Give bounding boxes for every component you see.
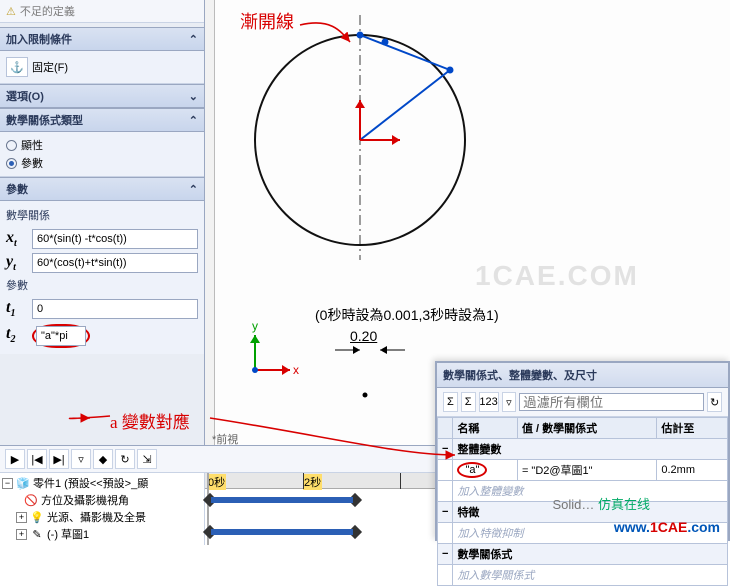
col-value: 值 / 數學關係式 <box>517 418 656 439</box>
tree-n2[interactable]: + 💡 光源、攝影機及全景 <box>2 509 202 526</box>
annotation-a-var: a 變數對應 <box>110 408 190 433</box>
col-name: 名稱 <box>453 418 518 439</box>
loop-button[interactable]: ↻ <box>115 449 135 469</box>
svg-text:x: x <box>293 363 299 377</box>
section-eqtype-body: 顯性 參數 <box>0 132 204 177</box>
expand-button[interactable]: ⇲ <box>137 449 157 469</box>
tree-expand-icon[interactable]: + <box>16 512 27 523</box>
xt-sub: t <box>14 238 17 249</box>
property-panel: ⚠ 不足的定義 加入限制條件 ⌃ ⚓ 固定(F) 選項(O) ⌄ 數學關係式類型… <box>0 0 205 445</box>
status-row: ⚠ 不足的定義 <box>0 0 204 23</box>
t1-sub: 1 <box>10 309 15 320</box>
eq-tool-2[interactable]: Σ <box>461 392 476 412</box>
eq-tool-1[interactable]: Σ <box>443 392 458 412</box>
prev-key-button[interactable]: |◀ <box>27 449 47 469</box>
param-yt-row: yt <box>6 251 198 275</box>
t2-input[interactable] <box>36 326 86 346</box>
section-constraints-title: 加入限制條件 <box>6 31 72 47</box>
sketch-icon: ✎ <box>30 528 44 541</box>
equations-toolbar: Σ Σ 123 ▿ ↻ <box>437 388 728 417</box>
t1-input[interactable] <box>32 299 198 319</box>
tree-n1[interactable]: 🚫 方位及攝影機視角 <box>2 492 202 509</box>
annotation-timing: (0秒時設為0.001,3秒時設為1) <box>315 305 499 325</box>
track-bar[interactable] <box>211 529 353 535</box>
anchor-icon[interactable]: ⚓ <box>6 57 28 77</box>
fix-label: 固定(F) <box>32 59 68 75</box>
row-a[interactable]: "a" = "D2@草圖1" 0.2mm <box>438 460 728 481</box>
track-bar[interactable] <box>211 497 353 503</box>
tree-root[interactable]: − 🧊 零件1 (預設<<預設>_顯 <box>2 475 202 492</box>
param-t1-row: t1 <box>6 297 198 321</box>
t2-sub: 2 <box>10 335 15 346</box>
radio-param-label: 參數 <box>21 155 43 171</box>
radio-visible-label: 顯性 <box>21 137 43 153</box>
section-options-title: 選項(O) <box>6 88 44 104</box>
next-key-button[interactable]: ▶| <box>49 449 69 469</box>
params-group1-label: 數學關係 <box>6 205 198 227</box>
section-constraints-body: ⚓ 固定(F) <box>0 51 204 84</box>
eq-refresh-button[interactable]: ↻ <box>707 392 722 412</box>
timeline-tree[interactable]: − 🧊 零件1 (預設<<預設>_顯 🚫 方位及攝影機視角 + 💡 光源、攝影機… <box>0 473 205 545</box>
param-t2-row: t2 <box>6 322 198 350</box>
tree-collapse-icon[interactable]: − <box>2 478 13 489</box>
tree-root-label: 零件1 (預設<<預設>_顯 <box>33 475 148 491</box>
equations-panel-title: 數學關係式、整體變數、及尺寸 <box>437 363 728 388</box>
collapse-icon[interactable]: ⌃ <box>189 114 198 127</box>
radio-param[interactable]: 參數 <box>6 154 198 172</box>
light-icon: 💡 <box>30 511 44 524</box>
t2-highlight-circle <box>32 324 90 348</box>
params-group2-label: 參數 <box>6 275 198 297</box>
part-icon: 🧊 <box>16 477 30 490</box>
ruler-2s: 2秒 <box>303 474 322 490</box>
radio-checked-icon[interactable] <box>6 158 17 169</box>
section-params-header[interactable]: 參數 ⌃ <box>0 177 204 201</box>
section-constraints-header[interactable]: 加入限制條件 ⌃ <box>0 27 204 51</box>
filter-icon[interactable]: ▿ <box>502 392 517 412</box>
filter-input[interactable] <box>519 393 704 411</box>
warning-icon: ⚠ <box>6 5 16 18</box>
tree-n3[interactable]: + ✎ (-) 草圖1 <box>2 526 202 543</box>
a-value[interactable]: = "D2@草圖1" <box>517 460 656 481</box>
section-eqtype-title: 數學關係式類型 <box>6 112 83 128</box>
xt-input[interactable] <box>32 229 198 249</box>
yt-sub: t <box>13 262 16 273</box>
a-var-circle: "a" <box>457 462 487 478</box>
radio-visible[interactable]: 顯性 <box>6 136 198 154</box>
svg-text:y: y <box>252 319 258 333</box>
equations-panel[interactable]: 數學關係式、整體變數、及尺寸 Σ Σ 123 ▿ ↻ 名稱 值 / 數學關係式 … <box>435 361 730 541</box>
dimension-value[interactable]: 0.20 <box>350 328 377 344</box>
expand-icon[interactable]: ⌄ <box>189 90 198 103</box>
collapse-icon[interactable]: ⌃ <box>189 183 198 196</box>
tree-expand-icon[interactable]: + <box>16 529 27 540</box>
tree-n1-label: 方位及攝影機視角 <box>41 492 129 508</box>
cat-global[interactable]: 整體變數 <box>453 439 728 460</box>
section-eqtype-header[interactable]: 數學關係式類型 ⌃ <box>0 108 204 132</box>
cat-eq[interactable]: 數學關係式 <box>453 544 728 565</box>
annotation-involute: 漸開線 <box>240 8 294 34</box>
param-xt-row: xt <box>6 227 198 251</box>
yt-input[interactable] <box>32 253 198 273</box>
section-options-header[interactable]: 選項(O) ⌄ <box>0 84 204 108</box>
xt-var: x <box>6 229 14 246</box>
play-button[interactable]: ▶ <box>5 449 25 469</box>
key-toggle-button[interactable]: ◆ <box>93 449 113 469</box>
brand-solidworks: Solid… 仿真在线 <box>552 494 650 513</box>
hint-eq[interactable]: 加入數學關係式 <box>453 565 728 586</box>
ruler-0s: 0秒 <box>207 474 226 490</box>
a-name: "a" <box>465 464 479 476</box>
tree-n3-label: (-) 草圖1 <box>47 526 89 542</box>
a-eval: 0.2mm <box>657 460 728 481</box>
collapse-icon[interactable]: ⌃ <box>189 33 198 46</box>
brand-url: www.1CAE.com <box>614 519 720 535</box>
col-eval: 估計至 <box>657 418 728 439</box>
params-body: 數學關係 xt yt 參數 t1 t2 <box>0 201 204 354</box>
eq-tool-3[interactable]: 123 <box>479 392 499 412</box>
radio-icon[interactable] <box>6 140 17 151</box>
filter-button[interactable]: ▿ <box>71 449 91 469</box>
status-text: 不足的定義 <box>20 3 75 19</box>
forbidden-icon: 🚫 <box>24 494 38 507</box>
tree-n2-label: 光源、攝影機及全景 <box>47 509 146 525</box>
section-params-title: 參數 <box>6 181 28 197</box>
